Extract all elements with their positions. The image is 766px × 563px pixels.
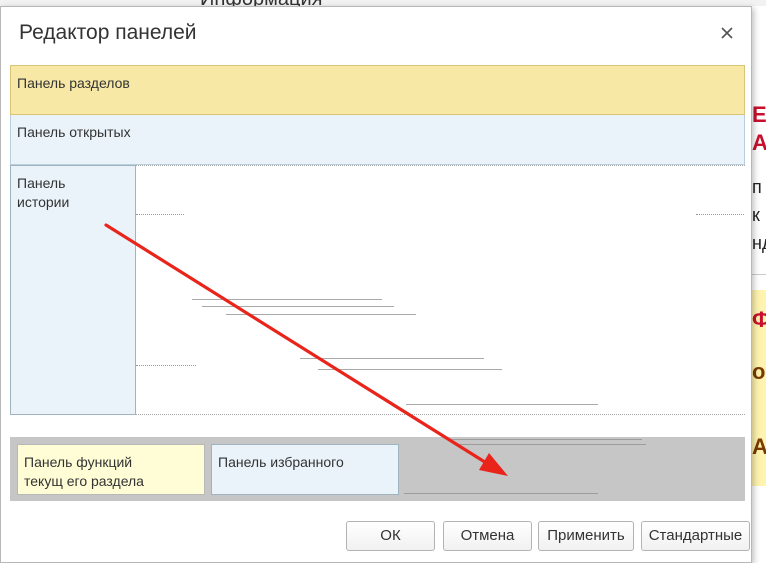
background-text: А (752, 130, 766, 155)
bottom-area-line (450, 439, 642, 440)
work-area (136, 165, 745, 415)
dialog-title: Редактор панелей (19, 21, 197, 44)
close-icon[interactable] (717, 23, 737, 43)
background-divider (752, 274, 766, 275)
background-text: АГ (752, 434, 766, 459)
cancel-button[interactable]: Отмена (443, 521, 532, 551)
background-text: Ф (752, 307, 766, 332)
work-area-line (406, 404, 598, 405)
work-area-divider (136, 365, 196, 366)
open-panel[interactable]: Панель открытых (10, 115, 745, 165)
favorites-panel[interactable]: Панель избранного (211, 444, 399, 495)
work-area-line (300, 358, 484, 359)
panel-editor-dialog: Редактор панелей Панель разделов Панель … (0, 6, 752, 563)
background-text: нд (752, 233, 766, 253)
sections-panel[interactable]: Панель разделов (10, 65, 745, 115)
favorites-panel-label: Панель избранного (218, 454, 344, 470)
background-text: Е (752, 102, 766, 127)
work-area-line (192, 299, 382, 300)
work-area-divider (696, 214, 744, 215)
work-area-line (202, 306, 394, 307)
standard-button[interactable]: Стандартные (641, 521, 750, 551)
background-text: о (752, 359, 766, 384)
work-area-line (226, 314, 416, 315)
functions-panel[interactable]: Панель функций текущ его раздела (17, 444, 205, 495)
work-area-line (318, 369, 502, 370)
bottom-area-line (454, 444, 646, 445)
work-area-divider (136, 214, 184, 215)
background-text: п (752, 177, 762, 197)
bottom-area-line (404, 493, 598, 494)
history-panel[interactable]: Панель истории (10, 165, 136, 415)
background-text: к (752, 205, 760, 225)
open-panel-label: Панель открытых (17, 124, 131, 140)
ok-button[interactable]: ОК (346, 521, 435, 551)
functions-panel-label: Панель функций текущ его раздела (24, 454, 144, 489)
apply-button[interactable]: Применить (538, 521, 634, 551)
history-panel-label: Панель истории (17, 175, 70, 210)
sections-panel-label: Панель разделов (17, 75, 130, 91)
background-page-edge: Е А п к нд Ф о АГ (752, 6, 766, 563)
